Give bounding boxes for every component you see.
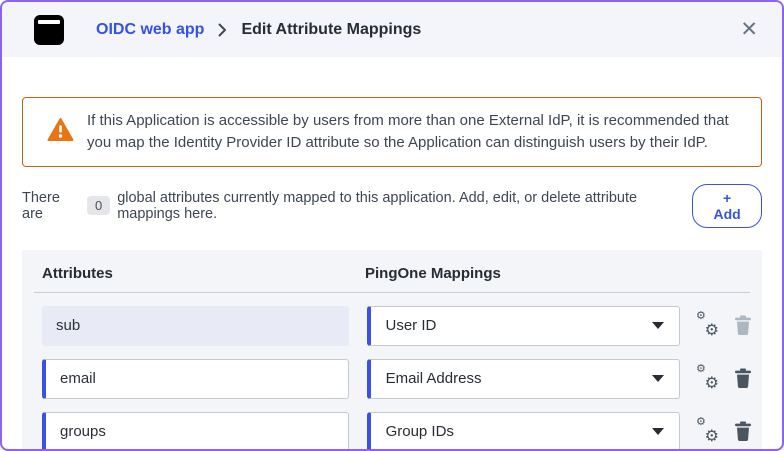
dialog-content: If this Application is accessible by use… xyxy=(2,97,782,449)
summary-suffix: global attributes currently mapped to th… xyxy=(117,189,638,222)
mapping-select-group-ids[interactable]: Group IDs xyxy=(366,411,680,449)
column-header-pingone-mappings: PingOne Mappings xyxy=(365,264,501,282)
delete-trash-icon xyxy=(734,315,752,336)
warning-triangle-icon xyxy=(47,117,74,147)
mapping-select-email-address[interactable]: Email Address xyxy=(366,358,680,399)
warning-text: If this Application is accessible by use… xyxy=(87,112,729,151)
breadcrumb-app-link[interactable]: OIDC web app xyxy=(96,21,204,39)
header-divider xyxy=(34,291,750,293)
chevron-down-icon xyxy=(652,375,664,382)
mapping-selected-value: User ID xyxy=(385,317,437,334)
table-row: User ID ⚙ ⚙ xyxy=(32,305,752,346)
close-icon[interactable]: ✕ xyxy=(736,15,762,44)
advanced-settings-gears-icon[interactable]: ⚙ ⚙ xyxy=(696,363,722,392)
attribute-input-email[interactable] xyxy=(42,358,349,399)
delete-trash-icon[interactable] xyxy=(734,368,752,389)
table-header-row: Attributes PingOne Mappings xyxy=(32,265,752,292)
chevron-right-icon xyxy=(218,23,227,37)
attribute-input-groups[interactable] xyxy=(42,411,349,449)
dialog-header: OIDC web app Edit Attribute Mappings ✕ xyxy=(2,2,782,57)
mapping-selected-value: Email Address xyxy=(385,370,482,387)
table-row: Email Address ⚙ ⚙ xyxy=(32,358,752,399)
advanced-settings-gears-icon[interactable]: ⚙ ⚙ xyxy=(696,416,722,445)
warning-banner: If this Application is accessible by use… xyxy=(22,97,762,167)
application-icon xyxy=(34,14,64,45)
advanced-settings-gears-icon[interactable]: ⚙ ⚙ xyxy=(696,310,722,339)
column-header-attributes: Attributes xyxy=(42,264,113,282)
mapping-select-user-id[interactable]: User ID xyxy=(366,305,680,346)
summary-row: There are 0 global attributes currently … xyxy=(22,183,762,228)
mapping-selected-value: Group IDs xyxy=(385,423,454,440)
mapped-count-badge: 0 xyxy=(86,196,111,215)
edit-attribute-mappings-dialog: OIDC web app Edit Attribute Mappings ✕ I… xyxy=(0,0,784,451)
mappings-table: Attributes PingOne Mappings User ID ⚙ ⚙ xyxy=(22,249,762,449)
delete-trash-icon[interactable] xyxy=(734,421,752,442)
chevron-down-icon xyxy=(652,322,664,329)
page-title: Edit Attribute Mappings xyxy=(241,20,422,38)
summary-prefix: There are xyxy=(22,189,60,222)
add-button[interactable]: + Add xyxy=(692,183,762,228)
attribute-input-sub[interactable] xyxy=(42,305,349,346)
chevron-down-icon xyxy=(652,428,664,435)
table-row: Group IDs ⚙ ⚙ xyxy=(32,411,752,449)
